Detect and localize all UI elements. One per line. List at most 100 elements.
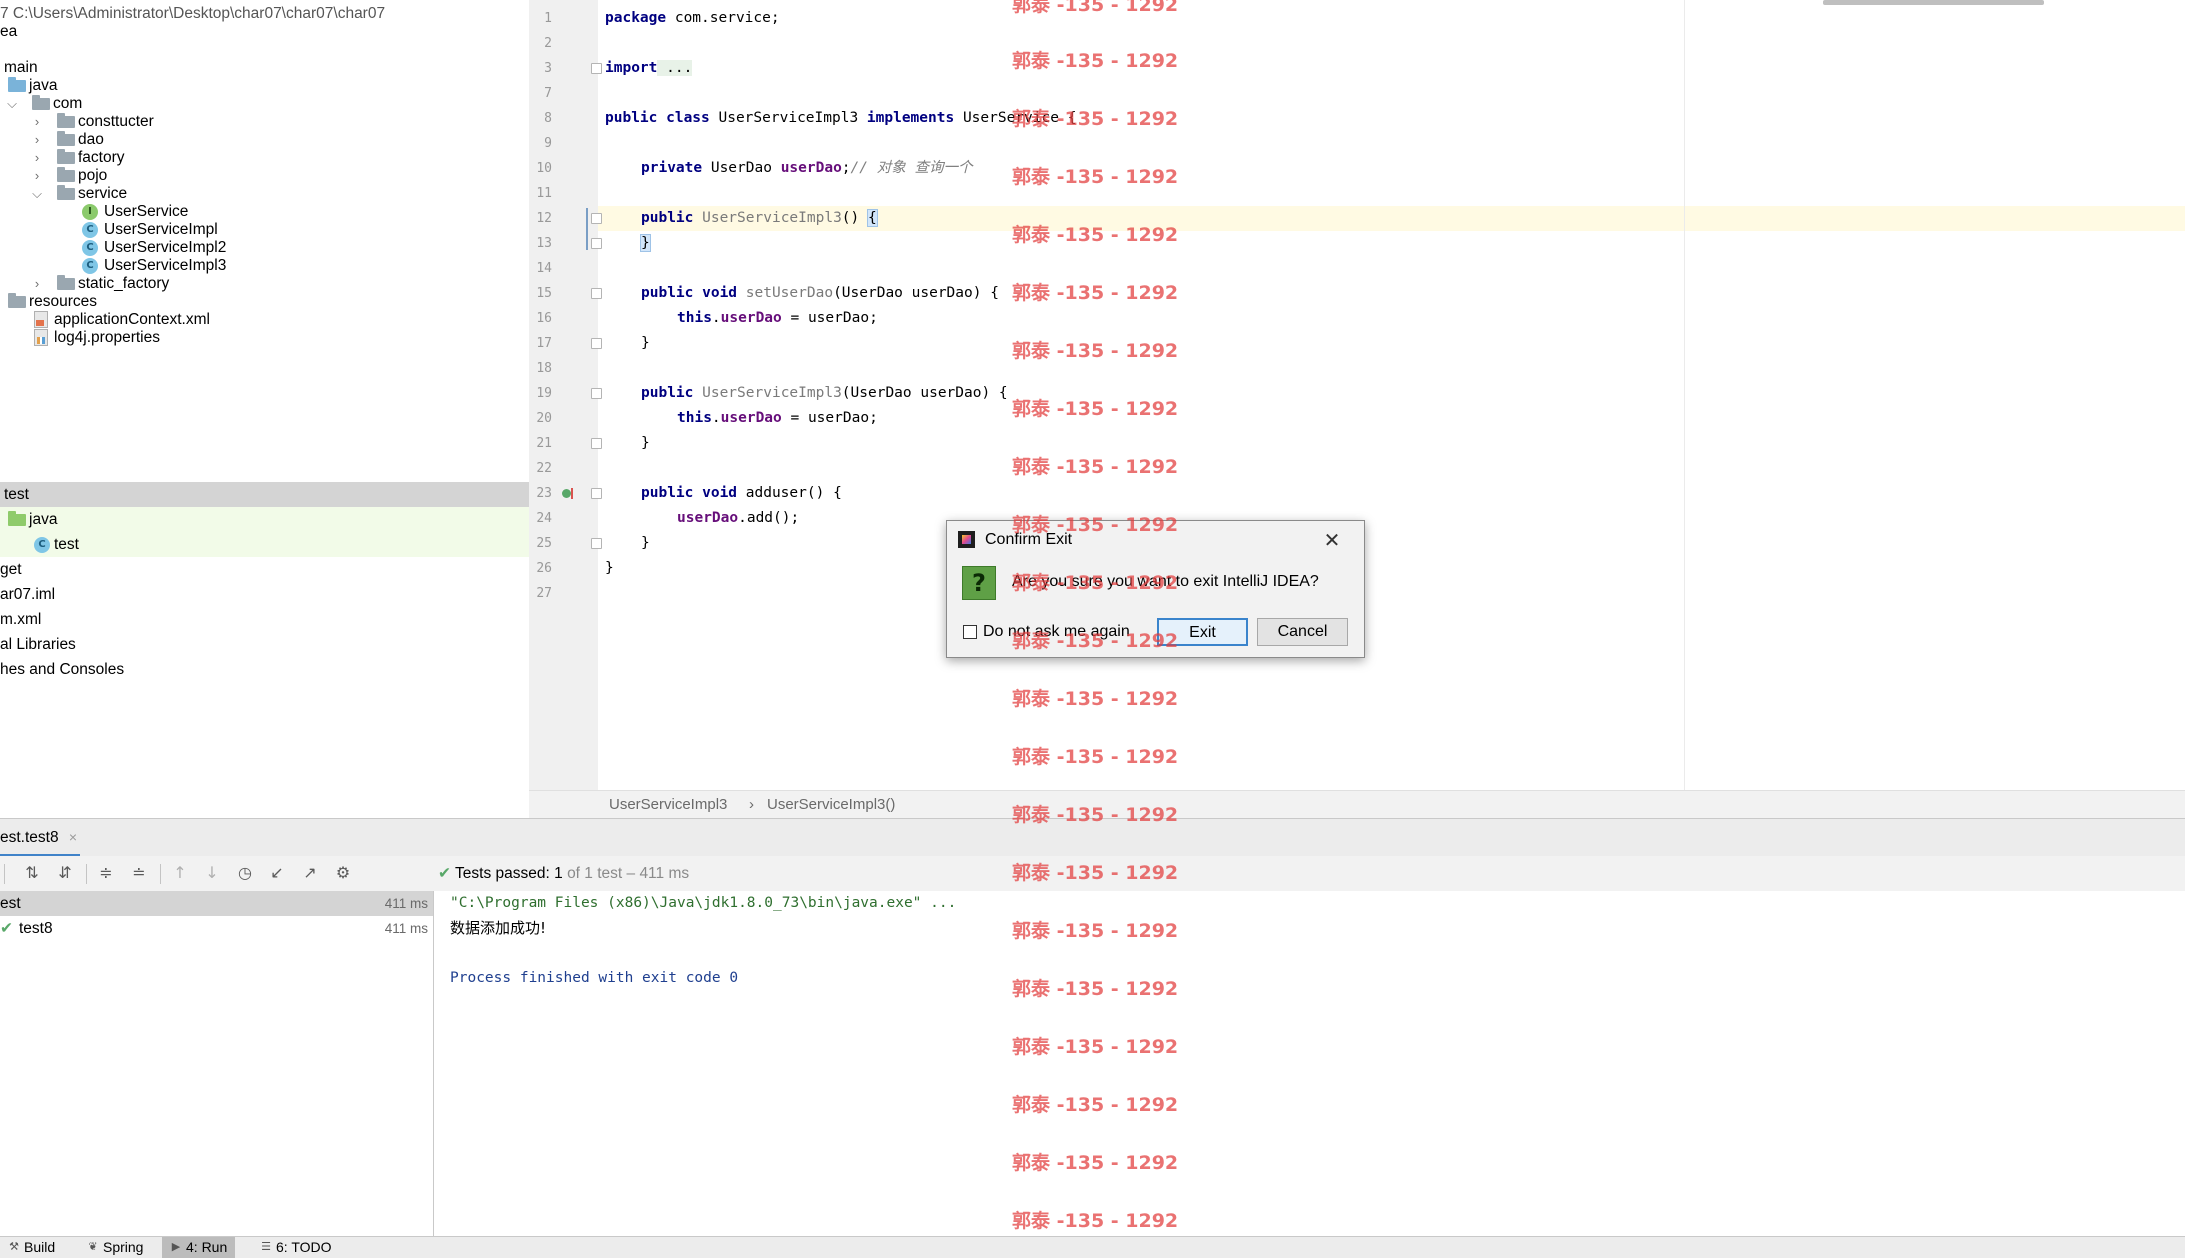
- spring-tab[interactable]: ❦ Spring: [79, 1237, 151, 1258]
- tree-item-iml[interactable]: ar07.iml: [0, 582, 529, 607]
- fold-marker-icon[interactable]: [591, 238, 602, 249]
- code-text: ;: [841, 160, 851, 176]
- test-suite-row[interactable]: est 411 ms: [0, 891, 433, 916]
- run-tab[interactable]: est.test8 ×: [0, 818, 77, 856]
- code-line-20[interactable]: this.userDao = userDao;: [677, 406, 878, 431]
- expand-all-icon[interactable]: ≑: [95, 862, 117, 884]
- watermark-text: 郭泰 -135 - 1292: [1012, 572, 1179, 594]
- watermark-text: 郭泰 -135 - 1292: [1012, 224, 1179, 246]
- code-text: (UserDao userDao) {: [833, 285, 999, 301]
- sort-alphabetically-icon[interactable]: ⇅: [21, 862, 43, 884]
- build-tab-label: Build: [24, 1239, 56, 1255]
- todo-tab[interactable]: ☰ 6: TODO: [252, 1237, 340, 1258]
- do-not-ask-checkbox[interactable]: [963, 625, 977, 639]
- keyword: public void: [641, 285, 738, 301]
- code-line-13[interactable]: }: [640, 231, 651, 256]
- fold-marker-icon[interactable]: [591, 538, 602, 549]
- tree-item-idea[interactable]: ea: [0, 19, 529, 44]
- code-line-10[interactable]: private UserDao userDao;// 对象 查询一个: [641, 156, 972, 181]
- tree-item-label: test: [54, 536, 79, 553]
- folded-imports[interactable]: ...: [657, 60, 693, 76]
- code-line-3[interactable]: import ...: [605, 56, 693, 81]
- fold-marker-icon[interactable]: [591, 388, 602, 399]
- code-line-23[interactable]: public void adduser() {: [641, 481, 842, 506]
- tree-item-target[interactable]: get: [0, 557, 529, 582]
- tree-item-log4j[interactable]: log4j.properties: [0, 325, 529, 350]
- code-line-25[interactable]: }: [641, 531, 650, 556]
- run-tool-tab[interactable]: ▶ 4: Run: [162, 1237, 236, 1258]
- console-output[interactable]: [434, 891, 2185, 1236]
- test-history-icon[interactable]: ◷: [234, 862, 256, 884]
- breadcrumb-method[interactable]: UserServiceImpl3(): [767, 791, 895, 819]
- watermark-text: 郭泰 -135 - 1292: [1012, 166, 1179, 188]
- keyword: import: [605, 60, 658, 76]
- fold-marker-icon[interactable]: [591, 438, 602, 449]
- keyword: public class: [605, 110, 710, 126]
- code-text: (UserDao userDao) {: [841, 385, 1008, 401]
- close-icon[interactable]: ✕: [1321, 528, 1343, 552]
- breadcrumb-class[interactable]: UserServiceImpl3: [609, 791, 727, 819]
- code-line-26[interactable]: }: [605, 556, 614, 581]
- code-line-21[interactable]: }: [641, 431, 650, 456]
- watermark-text: 郭泰 -135 - 1292: [1012, 920, 1179, 942]
- cancel-button[interactable]: Cancel: [1257, 618, 1348, 646]
- test-case-row[interactable]: ✔ test8 411 ms: [0, 916, 433, 941]
- line-number: 10: [536, 161, 552, 176]
- code-line-1[interactable]: package com.service;: [605, 6, 780, 31]
- watermark-text: 郭泰 -135 - 1292: [1012, 1210, 1179, 1232]
- code-text: () {: [806, 485, 842, 501]
- code-line-17[interactable]: }: [641, 331, 650, 356]
- close-icon[interactable]: ×: [69, 829, 77, 845]
- code-line-12[interactable]: public UserServiceImpl3() {: [641, 206, 878, 231]
- code-text: .add();: [738, 510, 800, 526]
- code-line-8[interactable]: public class UserServiceImpl3 implements…: [605, 106, 1076, 131]
- field-name: userDao: [677, 510, 739, 526]
- test-suite-label: est: [0, 895, 21, 912]
- code-line-15[interactable]: public void setUserDao(UserDao userDao) …: [641, 281, 999, 306]
- tree-item-test[interactable]: test: [0, 482, 529, 507]
- watermark-text: 郭泰 -135 - 1292: [1012, 862, 1179, 884]
- fold-marker-icon[interactable]: [591, 213, 602, 224]
- change-marker: [586, 208, 588, 250]
- fold-marker-icon[interactable]: [591, 288, 602, 299]
- collapse-all-icon[interactable]: ≐: [128, 862, 150, 884]
- fold-marker-icon[interactable]: [591, 338, 602, 349]
- watermark-text: 郭泰 -135 - 1292: [1012, 398, 1179, 420]
- keyword: this: [677, 410, 712, 426]
- editor-scrollbar[interactable]: [1823, 0, 2044, 5]
- tree-item-label: get: [0, 561, 22, 578]
- watermark-text: 郭泰 -135 - 1292: [1012, 746, 1179, 768]
- class-name: UserServiceImpl3: [709, 110, 867, 126]
- code-line-24[interactable]: userDao.add();: [677, 506, 799, 531]
- tree-item-scratches[interactable]: hes and Consoles: [0, 657, 529, 682]
- spring-bean-icon[interactable]: [562, 489, 571, 498]
- tree-item-label: log4j.properties: [54, 329, 160, 346]
- run-tool-tab-label: 4: Run: [186, 1239, 228, 1255]
- spring-tab-label: Spring: [103, 1239, 144, 1255]
- watermark-text: 郭泰 -135 - 1292: [1012, 804, 1179, 826]
- line-number: 9: [544, 136, 552, 151]
- previous-failed-icon[interactable]: ↑: [169, 862, 191, 884]
- code-line-16[interactable]: this.userDao = userDao;: [677, 306, 878, 331]
- todo-tab-label: 6: TODO: [276, 1239, 332, 1255]
- console-output-line: 数据添加成功!: [450, 919, 547, 937]
- import-tests-icon[interactable]: ↙: [266, 862, 288, 884]
- fold-marker-icon[interactable]: [591, 63, 602, 74]
- tree-item-test-class[interactable]: C test: [0, 532, 529, 557]
- tree-item-pom[interactable]: m.xml: [0, 607, 529, 632]
- check-icon: ✔: [438, 864, 451, 882]
- sort-by-duration-icon[interactable]: ⇵: [54, 862, 76, 884]
- settings-gear-icon[interactable]: ⚙: [332, 862, 354, 884]
- code-line-19[interactable]: public UserServiceImpl3(UserDao userDao)…: [641, 381, 1008, 406]
- tree-item-label: ar07.iml: [0, 586, 56, 603]
- tree-item-java-test[interactable]: java: [0, 507, 529, 532]
- constructor-name: UserServiceImpl3: [693, 210, 842, 226]
- build-tab[interactable]: ⚒ Build: [0, 1237, 63, 1258]
- next-failed-icon[interactable]: ↓: [201, 862, 223, 884]
- keyword: public void: [641, 485, 738, 501]
- tests-status-prefix: Tests passed:: [455, 865, 550, 882]
- spring-leaf-icon: ❦: [88, 1240, 98, 1253]
- export-results-icon[interactable]: ↗: [299, 862, 321, 884]
- tree-item-external-libraries[interactable]: al Libraries: [0, 632, 529, 657]
- fold-marker-icon[interactable]: [591, 488, 602, 499]
